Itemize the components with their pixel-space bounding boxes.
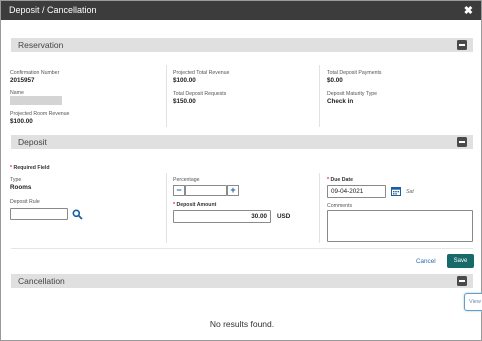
cancel-link[interactable]: Cancel	[416, 258, 436, 265]
required-star: *	[173, 202, 176, 208]
deposit-maturity-type-value: Check in	[327, 98, 354, 105]
projected-room-revenue-value: $100.00	[10, 118, 33, 125]
due-date-label-wrap: * Due Date	[327, 177, 353, 183]
dialog-title: Deposit / Cancellation	[9, 5, 97, 15]
deposit-collapse-icon[interactable]	[457, 137, 467, 147]
form-divider	[11, 248, 473, 249]
required-field-label: Required Field	[13, 165, 50, 171]
type-value: Rooms	[10, 184, 32, 191]
cancellation-collapse-icon[interactable]	[457, 276, 467, 286]
reservation-section-label: Reservation	[18, 40, 64, 50]
save-button[interactable]: Save	[447, 254, 474, 268]
cancellation-section-header: Cancellation	[11, 274, 473, 288]
total-deposit-payments-value: $0.00	[327, 77, 343, 84]
search-icon[interactable]	[72, 209, 83, 220]
deposit-cancellation-dialog: Deposit / Cancellation ✖ Reservation Con…	[0, 0, 482, 341]
required-field-note: * Required Field	[10, 165, 50, 171]
percentage-decrement-button[interactable]: −	[173, 185, 185, 196]
column-divider	[319, 65, 320, 127]
deposit-section-label: Deposit	[18, 137, 47, 147]
comments-textarea[interactable]	[327, 210, 473, 242]
deposit-amount-input[interactable]: 30.00	[173, 210, 271, 223]
total-deposit-requests-label: Total Deposit Requests	[173, 91, 227, 97]
projected-total-revenue-value: $100.00	[173, 77, 196, 84]
deposit-amount-label-wrap: * Deposit Amount	[173, 202, 216, 208]
percentage-input[interactable]	[185, 185, 227, 196]
cancellation-section-label: Cancellation	[18, 276, 65, 286]
deposit-section-header: Deposit	[11, 135, 473, 149]
comments-label: Comments	[327, 203, 353, 209]
total-deposit-requests-value: $150.00	[173, 98, 196, 105]
confirmation-number-label: Confirmation Number	[10, 70, 60, 76]
projected-room-revenue-label: Projected Room Revenue	[10, 111, 70, 117]
no-results-message: No results found.	[209, 319, 275, 329]
total-deposit-payments-label: Total Deposit Payments	[327, 70, 382, 76]
deposit-rule-input[interactable]	[10, 208, 68, 220]
close-icon[interactable]: ✖	[464, 4, 473, 17]
guest-name-redacted	[10, 96, 62, 105]
reservation-collapse-icon[interactable]	[457, 40, 467, 50]
view-side-tab-label: View	[469, 299, 481, 305]
required-star: *	[10, 165, 13, 171]
calendar-icon[interactable]	[391, 186, 401, 196]
day-of-week: Sat	[406, 189, 414, 195]
deposit-rule-label: Deposit Rule	[10, 199, 40, 205]
view-side-tab[interactable]: View	[464, 293, 482, 311]
deposit-amount-label: Deposit Amount	[176, 202, 217, 208]
projected-total-revenue-label: Projected Total Revenue	[173, 70, 230, 76]
type-label: Type	[10, 177, 22, 183]
percentage-label: Percentage	[173, 177, 200, 183]
due-date-input[interactable]: 09-04-2021	[327, 185, 386, 198]
column-divider	[319, 173, 320, 243]
column-divider	[166, 173, 167, 243]
deposit-maturity-type-label: Deposit Maturity Type	[327, 91, 378, 97]
dialog-titlebar: Deposit / Cancellation ✖	[1, 1, 481, 20]
column-divider	[166, 65, 167, 127]
confirmation-number-value: 2015957	[10, 77, 35, 84]
reservation-section-header: Reservation	[11, 38, 473, 52]
currency-label: USD	[277, 213, 291, 220]
percentage-increment-button[interactable]: +	[227, 185, 239, 196]
required-star: *	[327, 177, 330, 183]
due-date-label: Due Date	[330, 177, 353, 183]
